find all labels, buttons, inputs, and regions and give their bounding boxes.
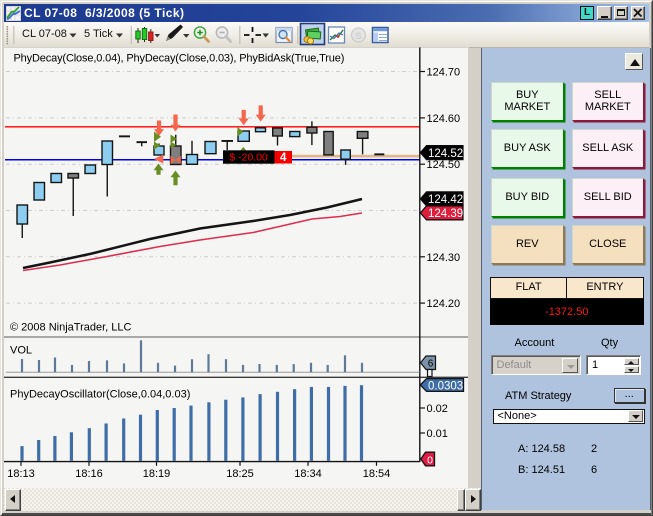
- svg-text:S: S: [355, 31, 361, 42]
